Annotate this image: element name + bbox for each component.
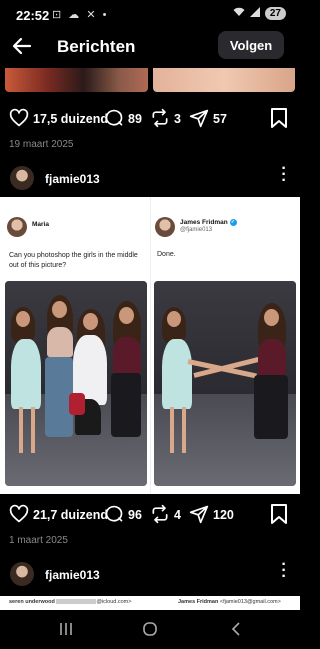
paper-plane-icon: [189, 504, 209, 527]
repost-button[interactable]: 4: [150, 504, 181, 527]
back-arrow-icon[interactable]: [10, 34, 34, 58]
tweet-text: Done.: [157, 251, 176, 258]
back-nav-icon[interactable]: [228, 621, 244, 642]
heart-icon: [9, 108, 29, 131]
next-post-preview[interactable]: seren underwood @icloud.com> James Fridm…: [0, 596, 300, 610]
tweet-author-handle: @fjamie013: [180, 227, 213, 233]
next-post-left-author: seren underwood @icloud.com>: [9, 599, 132, 605]
edited-photo: [154, 281, 296, 486]
tweet-author-name: James Fridman ✓: [180, 219, 237, 227]
share-count: 57: [213, 112, 227, 126]
more-vertical-icon[interactable]: · · ·: [280, 557, 288, 585]
follow-button[interactable]: Volgen: [218, 31, 284, 59]
post-date: 1 maart 2025: [9, 535, 68, 546]
home-icon[interactable]: [142, 621, 158, 642]
post-image[interactable]: Maria Can you photoshop the girls in the…: [0, 197, 300, 494]
next-post-right-author: James Fridman <fjamie013@gmail.com>: [178, 599, 281, 605]
avatar[interactable]: [10, 166, 34, 190]
system-nav-bar: [0, 611, 300, 649]
page-title: Berichten: [57, 37, 136, 56]
tweet-author-name: Maria: [32, 221, 49, 228]
post-image-cropped-right[interactable]: [153, 68, 295, 92]
notification-icons: ⊡ ☁ ✕ •: [52, 9, 109, 21]
like-button[interactable]: 17,5 duizend: [9, 108, 108, 131]
recent-apps-icon[interactable]: [58, 621, 74, 642]
share-button[interactable]: 57: [189, 108, 227, 131]
more-vertical-icon[interactable]: · · ·: [280, 161, 288, 189]
avatar[interactable]: [10, 562, 34, 586]
status-right: 27: [233, 7, 286, 20]
post-date: 19 maart 2025: [9, 139, 74, 150]
share-count: 120: [213, 508, 234, 522]
repost-count: 3: [174, 112, 181, 126]
verified-badge-icon: ✓: [229, 219, 237, 226]
post-actions: 21,7 duizend 96 4 120: [0, 503, 300, 527]
post-image-cropped-left[interactable]: [5, 68, 148, 92]
repost-button[interactable]: 3: [150, 108, 181, 131]
paper-plane-icon: [189, 108, 209, 131]
like-count: 21,7 duizend: [33, 508, 109, 522]
repost-icon: [150, 108, 170, 131]
author-username[interactable]: fjamie013: [45, 172, 100, 186]
post-author-row[interactable]: fjamie013 · · ·: [0, 161, 300, 194]
post-actions: 17,5 duizend 89 3 57: [0, 107, 300, 131]
comment-button[interactable]: 89: [104, 108, 142, 131]
repost-icon: [150, 504, 170, 527]
signal-icon: [249, 7, 260, 20]
share-button[interactable]: 120: [189, 504, 234, 527]
battery-badge: 27: [264, 7, 286, 20]
app-header: Berichten Volgen: [0, 30, 300, 66]
tweet-avatar: [155, 217, 175, 237]
like-button[interactable]: 21,7 duizend: [9, 504, 108, 527]
bookmark-icon[interactable]: [270, 107, 288, 134]
status-bar: 22:52 ⊡ ☁ ✕ • 27: [0, 0, 300, 30]
author-username[interactable]: fjamie013: [45, 568, 100, 582]
comment-count: 96: [128, 508, 142, 522]
tweet-avatar: [7, 217, 27, 237]
original-photo: [5, 281, 147, 486]
tweet-text: Can you photoshop the girls in the middl…: [9, 252, 138, 269]
status-time: 22:52: [16, 8, 50, 23]
heart-icon: [9, 504, 29, 527]
speech-bubble-icon: [104, 108, 124, 131]
tweet-right: James Fridman ✓ @fjamie013 Done.: [150, 197, 300, 494]
comment-button[interactable]: 96: [104, 504, 142, 527]
speech-bubble-icon: [104, 504, 124, 527]
like-count: 17,5 duizend: [33, 112, 109, 126]
repost-count: 4: [174, 508, 181, 522]
tweet-left: Maria Can you photoshop the girls in the…: [0, 197, 150, 494]
wifi-icon: [233, 7, 245, 20]
bookmark-icon[interactable]: [270, 503, 288, 530]
comment-count: 89: [128, 112, 142, 126]
post-author-row[interactable]: fjamie013 · · ·: [0, 557, 300, 590]
